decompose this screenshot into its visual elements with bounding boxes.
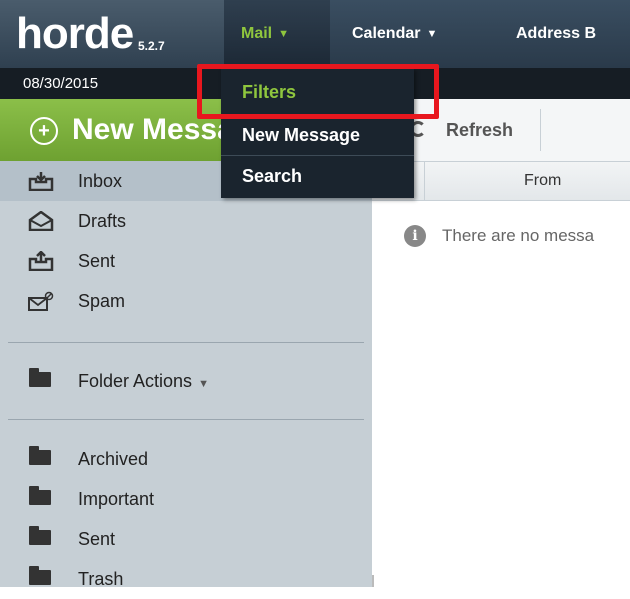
highlight-annotation — [197, 64, 439, 119]
folder-actions-text: Folder Actions — [78, 371, 193, 391]
divider — [8, 342, 364, 343]
horde-logo[interactable]: horde 5.2.7 — [0, 0, 224, 68]
divider — [8, 419, 364, 420]
folder-sent-user[interactable]: Sent — [0, 519, 372, 559]
logo-text: horde — [16, 9, 134, 58]
folder-actions-label: Folder Actions ▼ — [78, 361, 209, 404]
folder-label: Archived — [78, 449, 149, 469]
folder-label: Important — [78, 489, 155, 509]
menu-item-new-message[interactable]: New Message — [221, 115, 414, 155]
folder-drafts[interactable]: Drafts — [0, 201, 372, 241]
chevron-down-icon: ▼ — [426, 28, 438, 40]
folder-label: Sent — [78, 251, 116, 271]
refresh-label: Refresh — [446, 120, 514, 140]
sent-icon — [28, 251, 54, 271]
empty-list-text: There are no messa — [442, 226, 595, 245]
top-navigation-bar: horde 5.2.7 Mail ▼ Calendar ▼ Address B — [0, 0, 630, 68]
folder-label: Sent — [78, 529, 116, 549]
pane-resize-handle[interactable] — [372, 575, 374, 587]
folder-icon — [29, 446, 51, 465]
chevron-down-icon: ▼ — [278, 28, 290, 40]
folder-label: Inbox — [78, 171, 123, 191]
spam-icon — [28, 291, 54, 311]
info-icon: i — [404, 225, 426, 247]
folder-icon — [29, 526, 51, 545]
folder-label: Spam — [78, 291, 126, 311]
menu-address-book[interactable]: Address B — [516, 0, 630, 68]
folder-label: Drafts — [78, 211, 127, 231]
folder-spam[interactable]: Spam — [0, 281, 372, 321]
menu-mail[interactable]: Mail ▼ — [224, 0, 330, 68]
menu-calendar-label: Calendar — [352, 25, 421, 42]
chevron-down-icon: ▼ — [198, 378, 209, 390]
menu-item-search[interactable]: Search — [221, 156, 414, 196]
folder-icon — [29, 566, 51, 585]
from-column-header[interactable]: From — [524, 162, 561, 200]
folder-sent[interactable]: Sent — [0, 241, 372, 281]
menu-mail-label: Mail — [241, 25, 273, 42]
folder-trash[interactable]: Trash — [0, 559, 372, 599]
logo-version: 5.2.7 — [138, 39, 165, 53]
folder-icon — [29, 486, 51, 505]
plus-icon: + — [30, 117, 58, 145]
drafts-icon — [28, 211, 54, 231]
menu-address-book-label: Address B — [516, 25, 597, 42]
menu-calendar[interactable]: Calendar ▼ — [352, 0, 502, 68]
empty-list-notice: i There are no messa — [400, 222, 630, 252]
inbox-icon — [28, 172, 54, 191]
folder-archived[interactable]: Archived — [0, 439, 372, 479]
folder-icon — [29, 368, 51, 387]
folder-label: Trash — [78, 569, 124, 589]
folder-important[interactable]: Important — [0, 479, 372, 519]
folder-actions[interactable]: Folder Actions ▼ — [0, 361, 372, 401]
current-date: 08/30/2015 — [23, 75, 99, 92]
